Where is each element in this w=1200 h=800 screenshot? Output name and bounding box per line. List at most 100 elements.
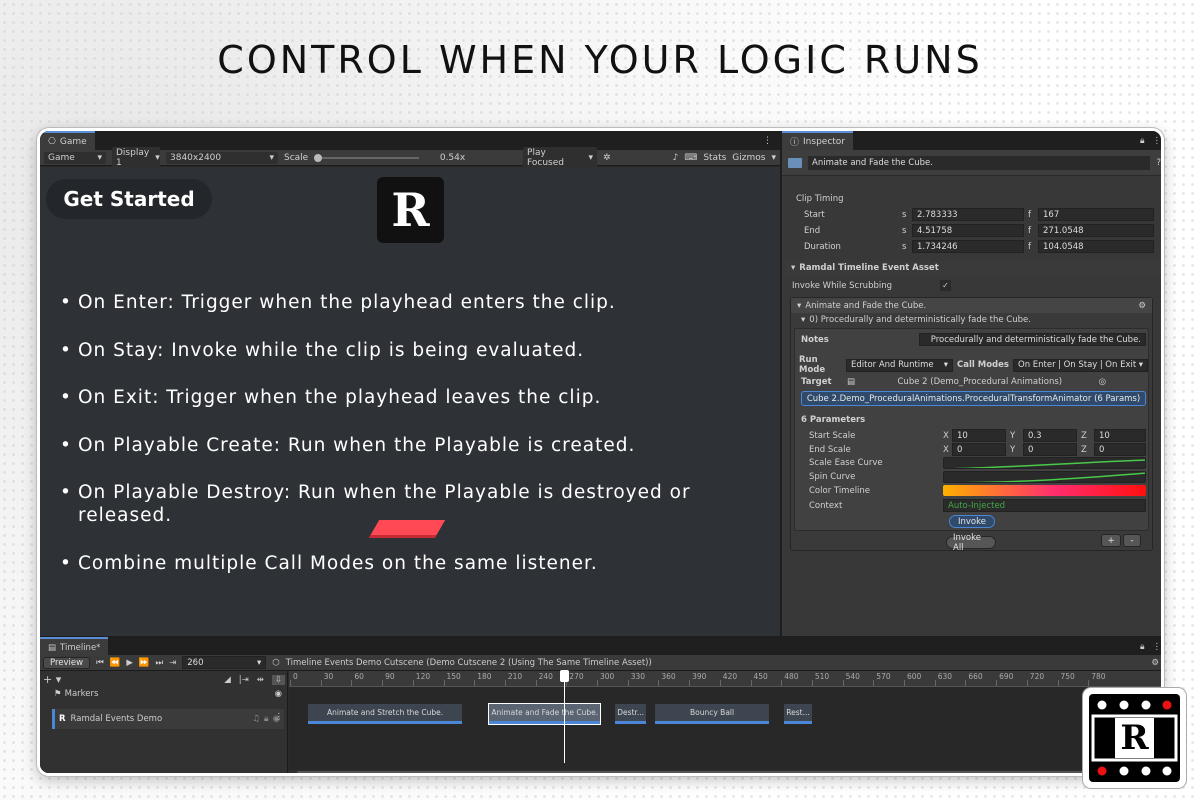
color-gradient-field[interactable] xyxy=(943,485,1146,496)
run-mode-dropdown[interactable]: Editor And Runtime ▾ xyxy=(846,358,953,372)
timeline-clip[interactable]: Destr... xyxy=(615,704,647,724)
gizmos-button[interactable]: Gizmos xyxy=(732,153,765,163)
lock-icon[interactable]: 🔒︎ xyxy=(1140,642,1145,652)
tab-game[interactable]: ⎔ Game xyxy=(40,131,95,150)
gear-icon[interactable]: ⚙ xyxy=(1138,301,1146,311)
invoke-scrubbing-checkbox[interactable]: ✓ xyxy=(940,280,951,291)
invoke-all-button[interactable]: Invoke All xyxy=(946,533,996,553)
duration-frames-field[interactable]: 104.0548 xyxy=(1038,240,1154,253)
mute-icon[interactable]: ♫ xyxy=(252,714,260,724)
ruler-tick-label: 480 xyxy=(784,672,799,681)
preview-button[interactable]: Preview xyxy=(43,656,91,669)
next-frame-icon[interactable]: ⏩ xyxy=(139,658,150,668)
timeline-clip[interactable]: Animate and Stretch the Cube. xyxy=(308,704,462,724)
more-options-icon[interactable]: ⋮ xyxy=(275,712,284,722)
curves-icon[interactable]: ◢ xyxy=(224,675,231,685)
bug-icon[interactable]: ✲ xyxy=(603,153,611,163)
chevron-down-icon: ▾ xyxy=(269,152,274,163)
display-dropdown[interactable]: Display 1 ▾ xyxy=(112,146,160,169)
audio-icon[interactable]: ♪ xyxy=(673,153,679,163)
unity-editor-window: ⎔ Game ⋮ Game ▾ Display 1 ▾ 3840x2400 ▾ Sca… xyxy=(37,128,1164,776)
horizontal-scrollbar[interactable] xyxy=(289,770,1161,773)
go-to-start-icon[interactable]: ⏮ xyxy=(96,658,104,668)
resolution-dropdown[interactable]: 3840x2400 ▾ xyxy=(166,151,278,164)
marker-icon: ⚑ xyxy=(54,689,62,699)
eye-icon[interactable]: ◉ xyxy=(275,689,282,699)
scale-ease-curve-field[interactable] xyxy=(943,457,1146,469)
object-name-field[interactable]: Animate and Fade the Cube. xyxy=(808,155,1151,170)
inspector-header: Animate and Fade the Cube. ? xyxy=(782,150,1161,176)
timeline-clip[interactable]: Bouncy Ball xyxy=(655,704,769,724)
snap-icon[interactable]: |⇥ xyxy=(239,675,249,685)
red-cube xyxy=(368,520,446,538)
more-options-icon[interactable]: ⋮ xyxy=(1153,136,1162,146)
end-seconds-field[interactable]: 4.51758 xyxy=(912,224,1024,237)
markers-row[interactable]: ⚑ Markers ◉ xyxy=(54,689,282,699)
end-scale-z-field[interactable]: 0 xyxy=(1094,443,1146,456)
lock-icon[interactable]: 🔒︎ xyxy=(1140,136,1145,146)
playhead-handle[interactable] xyxy=(560,670,570,682)
remove-listener-button[interactable]: - xyxy=(1123,534,1141,547)
start-scale-y-field[interactable]: 0.3 xyxy=(1023,429,1077,442)
scale-slider[interactable] xyxy=(314,153,420,162)
duration-seconds-field[interactable]: 1.734246 xyxy=(912,240,1024,253)
more-options-icon[interactable]: ⋮ xyxy=(763,136,780,146)
get-started-button[interactable]: Get Started xyxy=(46,179,212,219)
call-modes-dropdown[interactable]: On Enter | On Stay | On Exit ▾ xyxy=(1013,358,1148,372)
frame-field[interactable]: 260 ▾ xyxy=(182,656,267,669)
target-method-field[interactable]: Cube 2.Demo_ProceduralAnimations.Procedu… xyxy=(801,391,1146,406)
ruler-tick xyxy=(781,680,783,686)
notes-field[interactable]: Procedurally and deterministically fade … xyxy=(919,333,1146,346)
timeline-asset-path[interactable]: Timeline Events Demo Cutscene (Demo Cuts… xyxy=(286,658,652,668)
timeline-clip[interactable]: Rest... xyxy=(784,704,812,724)
end-scale-y-field[interactable]: 0 xyxy=(1023,443,1077,456)
playhead[interactable] xyxy=(560,670,570,763)
ruler-tick-label: 180 xyxy=(477,672,492,681)
start-frames-field[interactable]: 167 xyxy=(1038,208,1154,221)
start-scale-x-field[interactable]: 10 xyxy=(952,429,1006,442)
ruler-tick-label: 210 xyxy=(507,672,523,681)
ruler-tick xyxy=(1057,680,1059,686)
loop-icon[interactable]: ⇥ xyxy=(169,658,176,668)
play-icon[interactable]: ▶ xyxy=(126,658,133,668)
ripple-icon[interactable]: ⇹ xyxy=(257,675,264,685)
invoke-button[interactable]: Invoke xyxy=(949,515,995,528)
ruler-tick xyxy=(750,680,752,686)
start-scale-z-field[interactable]: 10 xyxy=(1094,429,1146,442)
asset-section-header[interactable]: ▾ Ramdal Timeline Event Asset xyxy=(786,261,1161,275)
target-field[interactable]: Cube 2 (Demo_Procedural Animations) xyxy=(861,377,1099,387)
tab-inspector[interactable]: ⓘ Inspector xyxy=(782,131,853,150)
add-track-button[interactable]: + ▾ xyxy=(43,673,61,686)
time-ruler[interactable]: 0 30 60 90 120 150 180 210 240 270 300 330 360 390 420… xyxy=(289,671,1161,687)
ruler-tick-label: 120 xyxy=(415,672,431,681)
go-to-end-icon[interactable]: ⏭ xyxy=(155,658,163,668)
track-ramdal-events[interactable]: R Ramdal Events Demo ♫ 🔒︎ ◉ xyxy=(52,709,284,729)
ruler-tick xyxy=(996,680,998,686)
lock-icon[interactable]: 🔒︎ xyxy=(264,714,269,724)
end-scale-x-field[interactable]: 0 xyxy=(952,443,1006,456)
ruler-tick-label: 390 xyxy=(692,672,707,681)
help-icon[interactable]: ? xyxy=(1156,158,1161,168)
previous-frame-icon[interactable]: ⏪ xyxy=(110,658,121,668)
object-picker-icon[interactable]: ◎ xyxy=(1099,377,1106,387)
chevron-down-icon[interactable]: ▾ xyxy=(771,153,776,163)
end-frames-field[interactable]: 271.0548 xyxy=(1038,224,1154,237)
keyboard-icon[interactable]: ⌨ xyxy=(684,153,697,163)
tab-timeline[interactable]: ▤ Timeline* xyxy=(40,637,109,656)
listener-box: Notes Procedurally and deterministically… xyxy=(794,328,1149,531)
pin-icon[interactable]: ⇩ xyxy=(271,674,285,685)
end-row: End s 4.51758 f 271.0548 xyxy=(804,224,1159,237)
spin-curve-field[interactable] xyxy=(943,471,1146,483)
more-options-icon[interactable]: ⋮ xyxy=(1153,642,1162,652)
timeline-clip[interactable]: Animate and Fade the Cube. xyxy=(488,703,601,725)
curve-graph xyxy=(963,472,1145,482)
listener-header[interactable]: ▾ 0) Procedurally and deterministically … xyxy=(801,315,1031,325)
stats-button[interactable]: Stats xyxy=(703,153,726,163)
game-mode-dropdown[interactable]: Game ▾ xyxy=(44,151,106,164)
add-listener-button[interactable]: + xyxy=(1101,534,1121,547)
timeline-toolbar: Preview ⏮ ⏪ ▶ ⏩ ⏭ ⇥ 260 ▾ ⬡ Timeline Even… xyxy=(40,655,1161,671)
gear-icon[interactable]: ⚙ xyxy=(1151,658,1159,668)
start-seconds-field[interactable]: 2.783333 xyxy=(912,208,1024,221)
play-mode-dropdown[interactable]: Play Focused ▾ xyxy=(523,146,598,169)
event-header[interactable]: ▾ Animate and Fade the Cube. ⚙ xyxy=(791,298,1152,313)
